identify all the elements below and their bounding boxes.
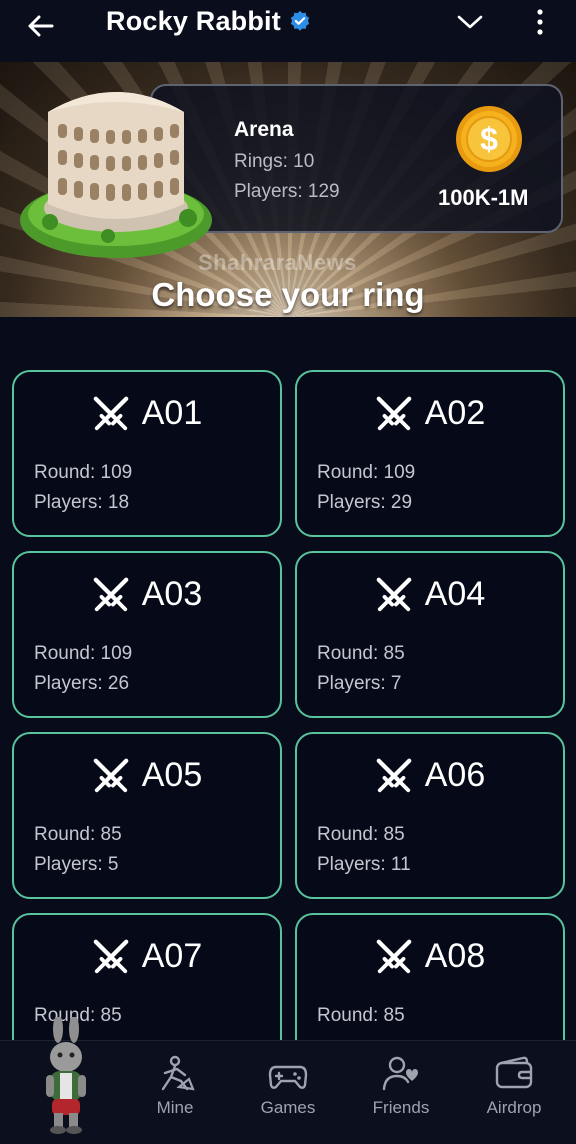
choose-ring-heading: Choose your ring <box>151 276 425 313</box>
crossed-swords-icon <box>93 939 129 973</box>
ring-card-a06[interactable]: A06 Round: 85 Players: 11 <box>295 732 565 899</box>
ring-card-a02[interactable]: A02 Round: 109 Players: 29 <box>295 370 565 537</box>
ring-card-a08[interactable]: A08 Round: 85 <box>295 913 565 1040</box>
ring-round: Round: 109 <box>34 643 133 664</box>
top-bar: Rocky Rabbit <box>0 0 576 62</box>
ring-round: Round: 109 <box>317 462 416 483</box>
verified-badge-icon <box>290 10 310 31</box>
ring-card-header: A05 <box>14 756 280 795</box>
nav-label: Games <box>260 1098 316 1117</box>
nav-item-mine[interactable]: Mine <box>120 1055 230 1135</box>
ring-code: A07 <box>141 937 203 975</box>
title-group: Rocky Rabbit <box>106 4 311 38</box>
ring-card-a01[interactable]: A01 Round: 109 Players: 18 <box>12 370 282 537</box>
ring-card-a05[interactable]: A05 Round: 85 Players: 5 <box>12 732 282 899</box>
ring-round: Round: 109 <box>34 462 133 483</box>
ring-card-header: A01 <box>14 394 280 433</box>
friends-icon <box>382 1056 418 1091</box>
arena-players-count: Players: 129 <box>234 181 340 202</box>
ring-card-header: A08 <box>297 937 563 976</box>
arena-rings-count: Rings: 10 <box>234 151 315 172</box>
wallet-icon <box>495 1056 533 1089</box>
ring-card-a03[interactable]: A03 Round: 109 Players: 26 <box>12 551 282 718</box>
colosseum-image <box>20 92 212 258</box>
gamepad-icon <box>268 1065 308 1089</box>
ring-code: A04 <box>424 575 486 613</box>
ring-card-header: A03 <box>14 575 280 614</box>
arena-banner: Arena Rings: 10 Players: 129 $ 100K-1M S… <box>0 62 576 317</box>
ring-round: Round: 85 <box>317 824 405 845</box>
ring-players: Players: 29 <box>317 492 413 513</box>
nav-label: Friends <box>372 1098 430 1117</box>
rings-grid: A01 Round: 109 Players: 18 A02 Round: 10… <box>0 317 576 1040</box>
crossed-swords-icon <box>93 396 129 430</box>
svg-text:$: $ <box>480 121 498 157</box>
price-range: 100K-1M <box>438 185 529 210</box>
bottom-navigation: Mine Games Friends Airdrop <box>0 1017 576 1144</box>
ring-code: A01 <box>141 394 203 432</box>
ring-players: Players: 18 <box>34 492 130 513</box>
ring-card-header: A06 <box>297 756 563 795</box>
ring-code: A08 <box>424 937 486 975</box>
back-arrow-icon <box>28 15 54 37</box>
back-button[interactable] <box>22 8 58 44</box>
ring-round: Round: 85 <box>317 643 405 664</box>
ring-card-header: A02 <box>297 394 563 433</box>
ring-players: Players: 26 <box>34 673 130 694</box>
nav-item-friends[interactable]: Friends <box>346 1055 456 1135</box>
coin-icon: $ <box>456 106 522 172</box>
nav-item-airdrop[interactable]: Airdrop <box>459 1055 569 1135</box>
crossed-swords-icon <box>376 577 412 611</box>
watermark: ShahraraNews <box>198 250 357 275</box>
more-options-button[interactable] <box>526 4 554 40</box>
ring-players: Players: 7 <box>317 673 402 694</box>
crossed-swords-icon <box>376 758 412 792</box>
nav-item-games[interactable]: Games <box>233 1055 343 1135</box>
arena-name: Arena <box>234 118 294 141</box>
ring-players: Players: 11 <box>317 854 411 875</box>
ring-code: A03 <box>141 575 203 613</box>
crossed-swords-icon <box>376 939 412 973</box>
nav-label: Mine <box>156 1098 194 1117</box>
ring-card-a04[interactable]: A04 Round: 85 Players: 7 <box>295 551 565 718</box>
ring-round: Round: 85 <box>34 824 122 845</box>
nav-label: Airdrop <box>486 1098 542 1117</box>
ring-code: A02 <box>424 394 486 432</box>
mine-icon <box>161 1055 195 1091</box>
ring-card-header: A04 <box>297 575 563 614</box>
ring-players: Players: 5 <box>34 854 119 875</box>
crossed-swords-icon <box>93 758 129 792</box>
crossed-swords-icon <box>376 396 412 430</box>
ring-code: A06 <box>424 756 486 794</box>
more-vertical-icon <box>537 9 543 35</box>
ring-code: A05 <box>141 756 203 794</box>
ring-card-header: A07 <box>14 937 280 976</box>
rabbit-avatar[interactable] <box>30 1017 102 1139</box>
ring-round: Round: 85 <box>317 1005 405 1026</box>
chevron-down-icon <box>457 15 483 29</box>
crossed-swords-icon <box>93 577 129 611</box>
app-title: Rocky Rabbit <box>106 5 281 36</box>
collapse-button[interactable] <box>452 6 488 38</box>
